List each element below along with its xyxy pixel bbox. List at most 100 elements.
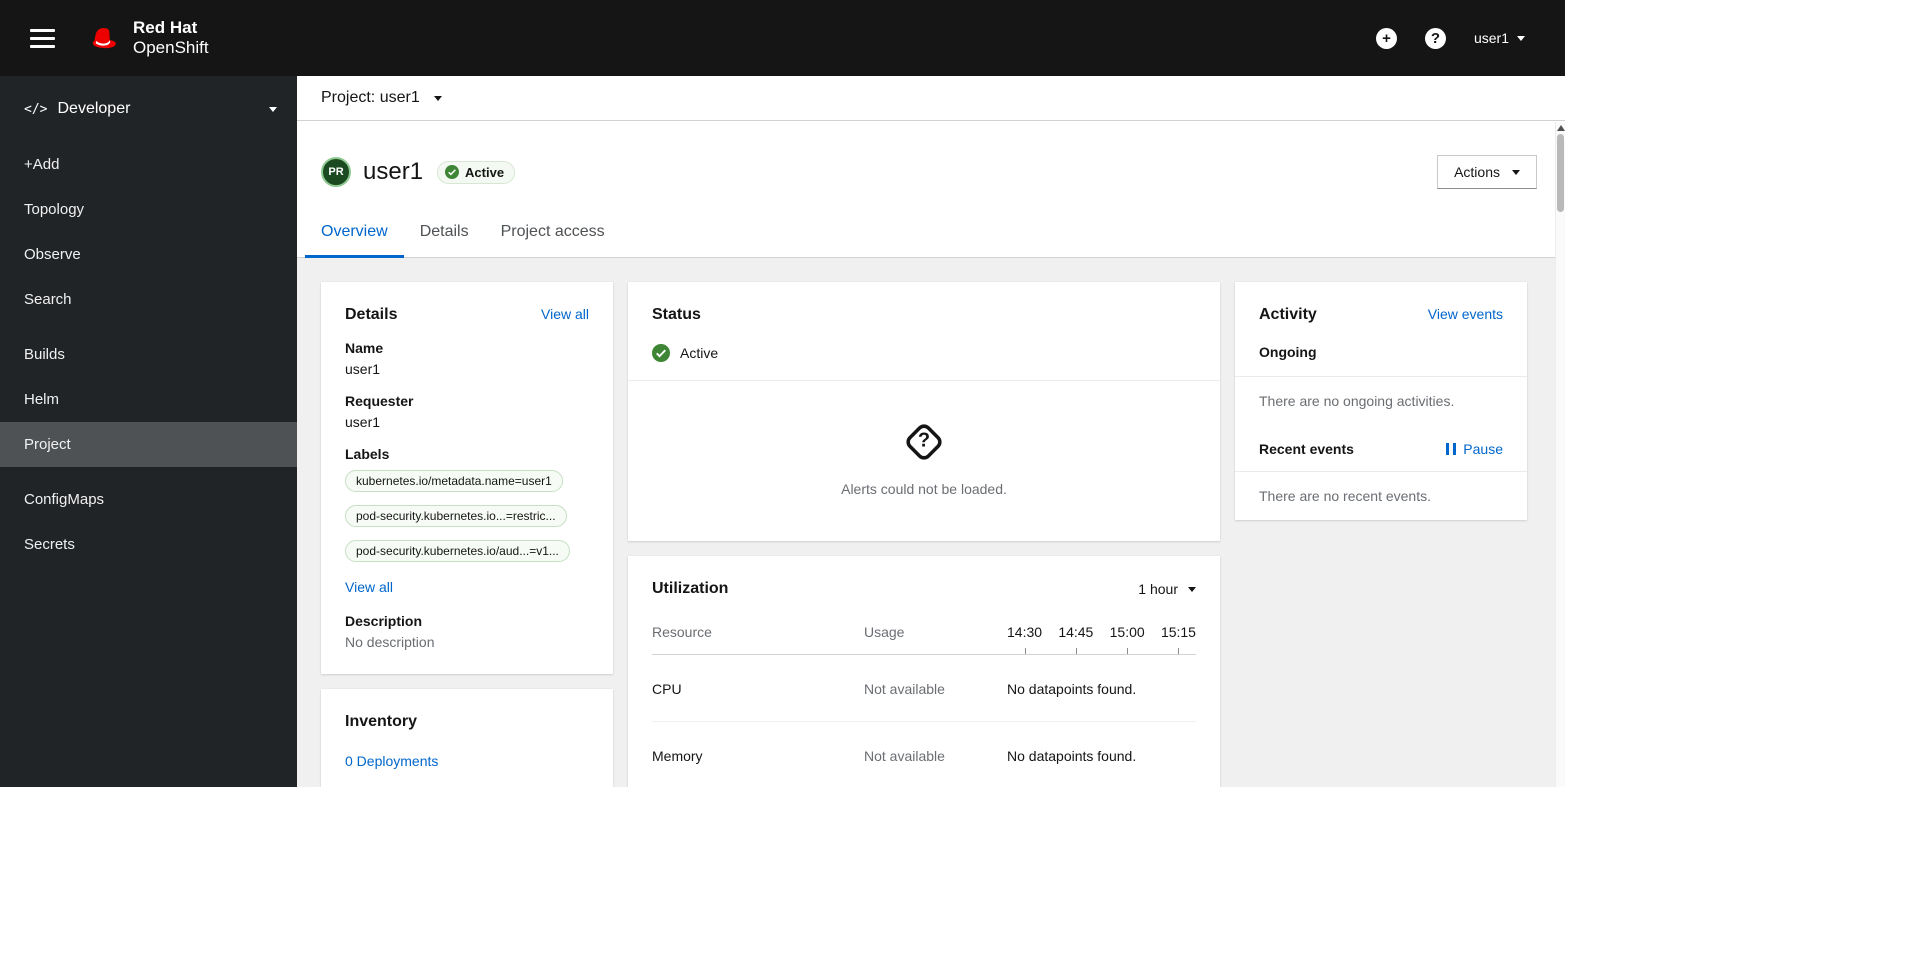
chevron-down-icon: [1517, 35, 1525, 41]
pause-icon: [1446, 443, 1457, 455]
view-events-link[interactable]: View events: [1428, 306, 1503, 322]
requester-label: Requester: [345, 393, 414, 409]
brand-text: Red Hat OpenShift: [133, 18, 209, 57]
requester-value: user1: [345, 414, 381, 430]
help-button[interactable]: ?: [1424, 27, 1446, 49]
time-tick: 14:30: [1007, 624, 1042, 654]
sidebar-item-builds[interactable]: Builds: [0, 332, 297, 377]
sidebar-item-helm[interactable]: Helm: [0, 377, 297, 422]
deployments-link[interactable]: 0 Deployments: [345, 753, 438, 769]
details-card-header: Details View all: [345, 306, 589, 324]
middle-column: Status Active ? Alerts could not be load…: [628, 282, 1220, 787]
sidebar-item-topology[interactable]: Topology: [0, 187, 297, 232]
perspective-switcher[interactable]: </> Developer: [0, 76, 297, 138]
pause-button[interactable]: Pause: [1446, 441, 1503, 457]
plus-icon: +: [1382, 29, 1391, 47]
right-column: Activity View events Ongoing There are n…: [1235, 282, 1527, 520]
label-tag[interactable]: pod-security.kubernetes.io/aud...=v1...: [345, 540, 570, 562]
main-area: Project: user1 PR user1 Active Actions O…: [297, 76, 1565, 787]
activity-card-title: Activity: [1259, 306, 1317, 323]
masthead-utilities: + ? user1: [1375, 27, 1525, 49]
label-tag[interactable]: kubernetes.io/metadata.name=user1: [345, 470, 563, 492]
tab-project-access[interactable]: Project access: [485, 209, 621, 258]
ongoing-empty-message: There are no ongoing activities.: [1259, 393, 1455, 409]
label-row: pod-security.kubernetes.io/aud...=v1...: [345, 540, 589, 567]
resource-usage: Not available: [864, 681, 945, 697]
tab-details[interactable]: Details: [404, 209, 485, 258]
labels-label: Labels: [345, 446, 390, 462]
resource-column-header: Resource: [652, 624, 712, 640]
actions-dropdown[interactable]: Actions: [1437, 155, 1537, 189]
duration-value: 1 hour: [1138, 581, 1178, 597]
nav-group-divider: [0, 322, 297, 332]
description-label: Description: [345, 613, 423, 629]
recent-events-row: Recent events Pause: [1235, 425, 1527, 471]
utilization-card-title: Utilization: [652, 580, 729, 597]
activity-card: Activity View events Ongoing There are n…: [1235, 282, 1527, 520]
sidebar-item-search[interactable]: Search: [0, 277, 297, 322]
vertical-scrollbar[interactable]: [1555, 122, 1565, 787]
sidebar-item-secrets[interactable]: Secrets: [0, 522, 297, 567]
brand-logo[interactable]: Red Hat OpenShift: [85, 18, 209, 57]
recent-empty-message: There are no recent events.: [1259, 488, 1431, 504]
usage-column-header: Usage: [864, 624, 905, 640]
left-column: Details View all Name user1 Requester us…: [321, 282, 613, 787]
nav-group-divider: [0, 467, 297, 477]
time-axis: 14:30 14:45 15:00 15:15: [1007, 624, 1196, 654]
name-value: user1: [345, 361, 381, 377]
resource-name: CPU: [652, 681, 682, 697]
sidebar-item-project[interactable]: Project: [0, 422, 297, 467]
page-title: user1: [363, 158, 424, 185]
inventory-card: Inventory 0 Deployments: [321, 689, 613, 787]
nav-toggle-button[interactable]: [24, 18, 61, 59]
ongoing-label: Ongoing: [1259, 344, 1317, 360]
utilization-table-header: Resource Usage 14:30 14:45 15:00 15:15: [652, 624, 1196, 655]
label-row: kubernetes.io/metadata.name=user1: [345, 470, 589, 497]
tab-overview[interactable]: Overview: [305, 209, 404, 258]
sidebar-item-observe[interactable]: Observe: [0, 232, 297, 277]
project-resource-badge: PR: [321, 157, 351, 187]
actions-label: Actions: [1454, 164, 1500, 180]
name-label: Name: [345, 340, 384, 356]
brand-line1: Red Hat: [133, 18, 198, 38]
utilization-row-cpu: CPU Not available No datapoints found.: [652, 655, 1196, 722]
status-badge: Active: [437, 160, 516, 184]
resource-usage: Not available: [864, 748, 945, 764]
user-menu-label: user1: [1473, 30, 1509, 46]
details-card: Details View all Name user1 Requester us…: [321, 282, 613, 674]
masthead: Red Hat OpenShift + ? user1: [0, 0, 1565, 76]
activity-card-header: Activity View events: [1235, 282, 1527, 324]
duration-dropdown[interactable]: 1 hour: [1138, 581, 1196, 597]
user-menu[interactable]: user1: [1474, 30, 1525, 46]
sidebar-item-add[interactable]: +Add: [0, 142, 297, 187]
question-glyph: ?: [917, 429, 931, 452]
time-tick: 15:00: [1110, 624, 1145, 654]
brand-line2: OpenShift: [133, 38, 209, 57]
scrollbar-thumb[interactable]: [1557, 134, 1564, 212]
resource-datapoints: No datapoints found.: [1007, 681, 1137, 697]
utilization-card: Utilization 1 hour Resource Usage 14:30 …: [628, 556, 1220, 787]
chevron-down-icon: [433, 95, 442, 101]
details-view-all-link[interactable]: View all: [541, 306, 589, 322]
project-selector[interactable]: Project: user1: [321, 89, 442, 107]
scrollbar-up-arrow[interactable]: [1557, 125, 1565, 131]
quick-create-button[interactable]: +: [1375, 27, 1397, 49]
redhat-logo-icon: [92, 27, 116, 48]
sidebar: </> Developer +Add Topology Observe Sear…: [0, 76, 297, 787]
sidebar-item-configmaps[interactable]: ConfigMaps: [0, 477, 297, 522]
pause-label: Pause: [1463, 441, 1503, 457]
hamburger-icon: [30, 28, 55, 32]
status-card-header: Status: [628, 282, 1220, 324]
alerts-empty-state: ? Alerts could not be loaded.: [628, 381, 1220, 541]
help-icon: ?: [1430, 29, 1441, 47]
page-header: PR user1 Active Actions Overview Details: [297, 121, 1565, 258]
inventory-card-title: Inventory: [345, 713, 418, 730]
resource-name: Memory: [652, 748, 703, 764]
alerts-empty-message: Alerts could not be loaded.: [841, 481, 1007, 497]
labels-view-all-link[interactable]: View all: [345, 579, 393, 595]
label-tag[interactable]: pod-security.kubernetes.io...=restric...: [345, 505, 567, 527]
openshift-console: Red Hat OpenShift + ? user1 </> Develope…: [0, 0, 1565, 787]
details-card-title: Details: [345, 306, 398, 323]
chevron-down-icon: [269, 106, 277, 112]
check-circle-icon: [445, 165, 460, 179]
